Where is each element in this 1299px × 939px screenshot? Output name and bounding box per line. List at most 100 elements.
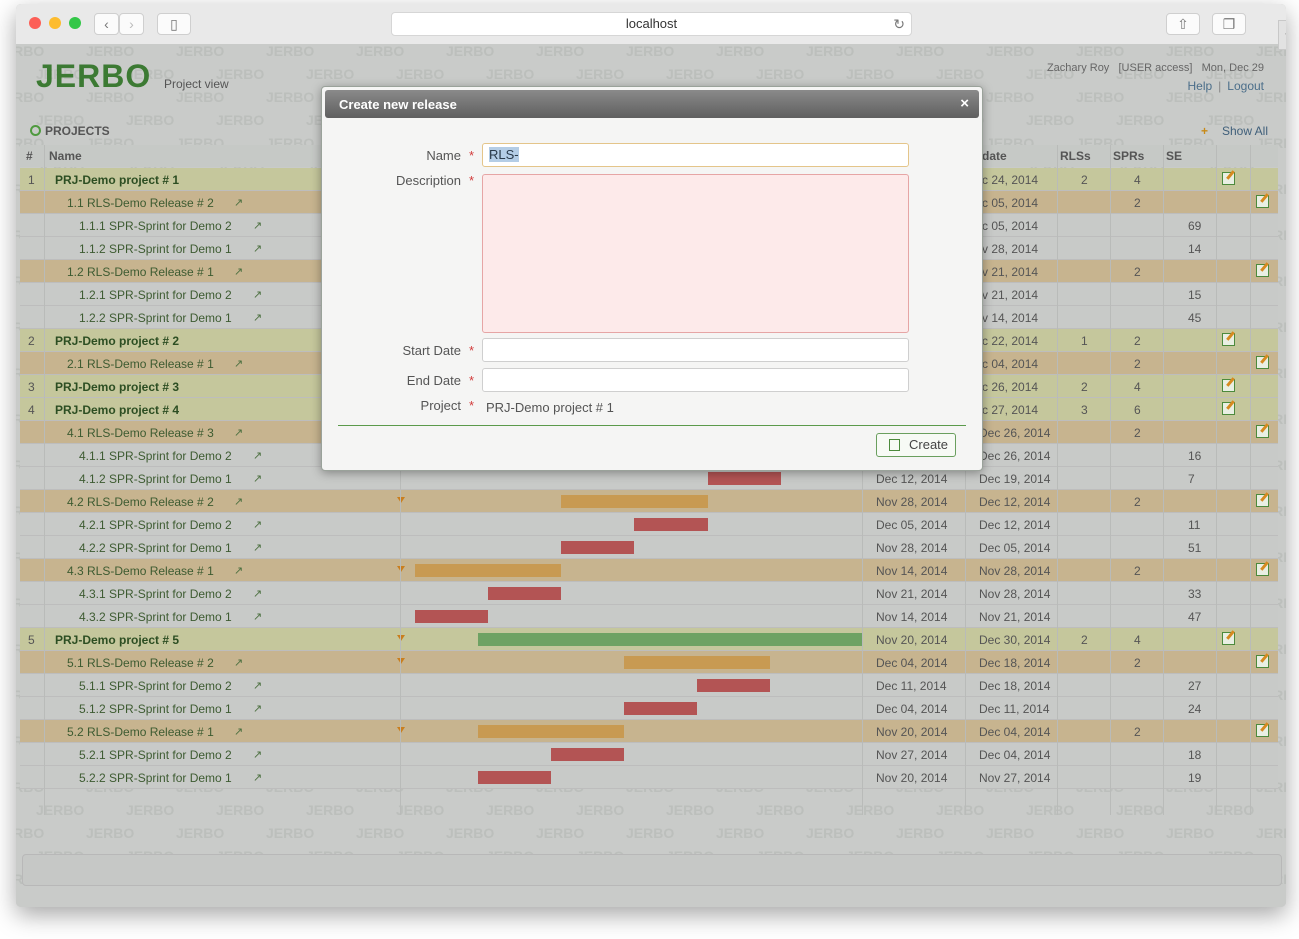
name-input-value: RLS- [489,147,519,162]
show-all-button[interactable]: + Show All [1201,124,1268,138]
name-input[interactable]: RLS- [482,143,909,167]
table-row[interactable]: 4.3.2 SPR-Sprint for Demo 1 ↗ Nov 14, 2014… [20,605,1278,628]
zoom-window-button[interactable] [69,17,81,29]
description-textarea[interactable] [482,174,909,333]
watermark-text: JERBO [176,825,224,841]
create-release-dialog: Create new release × Name * RLS- Descrip… [321,86,983,471]
watermark-text: JERBO [536,825,584,841]
back-button[interactable]: ‹ [94,13,119,35]
table-row[interactable]: 4.2.2 SPR-Sprint for Demo 1 ↗ Nov 28, 2014… [20,536,1278,559]
close-window-button[interactable] [29,17,41,29]
table-row[interactable]: 5.2.2 SPR-Sprint for Demo 1 ↗ Nov 20, 2014… [20,766,1278,789]
external-link-icon[interactable]: ↗ [253,748,262,761]
edit-release-icon[interactable] [1256,724,1269,737]
watermark-text: JERBO [666,802,714,818]
end-date-input[interactable] [482,368,909,392]
external-link-icon[interactable]: ↗ [234,564,243,577]
dialog-titlebar: Create new release × [325,90,979,118]
row-name: 5.2 RLS-Demo Release # 1 [67,725,214,739]
table-row[interactable]: 4.3 RLS-Demo Release # 1 ↗ Nov 14, 2014 Nov… [20,559,1278,582]
edit-release-icon[interactable] [1256,195,1269,208]
external-link-icon[interactable]: ↗ [253,541,262,554]
expand-toggle-icon[interactable] [397,635,405,641]
row-end-date: v 21, 2014 [982,288,1039,302]
new-tab-button[interactable]: + [1278,20,1286,50]
table-row[interactable]: 5.1.1 SPR-Sprint for Demo 2 ↗ Dec 11, 2014… [20,674,1278,697]
table-row[interactable]: 5.1.2 SPR-Sprint for Demo 1 ↗ Dec 04, 2014… [20,697,1278,720]
add-document-icon [889,439,900,451]
external-link-icon[interactable]: ↗ [253,449,262,462]
table-row[interactable]: 4.2.1 SPR-Sprint for Demo 2 ↗ Dec 05, 2014… [20,513,1278,536]
app-logo[interactable]: JERBO [36,58,151,95]
help-link[interactable]: Help [1187,79,1212,93]
row-name: 4.1.1 SPR-Sprint for Demo 2 [79,449,232,463]
row-start-date: Nov 20, 2014 [876,771,948,785]
close-icon[interactable]: × [960,95,969,112]
edit-release-icon[interactable] [1256,563,1269,576]
external-link-icon[interactable]: ↗ [253,518,262,531]
start-date-input[interactable] [482,338,909,362]
add-release-icon[interactable] [1222,333,1235,346]
edit-release-icon[interactable] [1256,425,1269,438]
watermark-text: JERBO [896,44,944,59]
row-name: PRJ-Demo project # 3 [55,380,180,394]
release-timeline-bar [624,656,771,669]
row-sprs-count: 2 [1134,426,1141,440]
table-row[interactable]: 5.1 RLS-Demo Release # 2 ↗ Dec 04, 2014 Dec… [20,651,1278,674]
row-sprs-count: 4 [1134,173,1141,187]
tabs-overview-button[interactable]: ❐ [1212,13,1246,35]
edit-release-icon[interactable] [1256,356,1269,369]
create-button[interactable]: Create [876,433,956,457]
external-link-icon[interactable]: ↗ [234,265,243,278]
external-link-icon[interactable]: ↗ [253,472,262,485]
row-start-date: Nov 21, 2014 [876,587,948,601]
watermark-text: JERBO [1076,825,1124,841]
external-link-icon[interactable]: ↗ [253,587,262,600]
edit-release-icon[interactable] [1256,264,1269,277]
external-link-icon[interactable]: ↗ [253,311,262,324]
external-link-icon[interactable]: ↗ [234,357,243,370]
external-link-icon[interactable]: ↗ [253,702,262,715]
sidebar-toggle-button[interactable]: ▯ [157,13,191,35]
reload-icon[interactable]: ↻ [893,13,905,35]
external-link-icon[interactable]: ↗ [253,219,262,232]
external-link-icon[interactable]: ↗ [234,725,243,738]
watermark-text: JERBO [86,825,134,841]
expand-toggle-icon[interactable] [397,497,405,503]
minimize-window-button[interactable] [49,17,61,29]
external-link-icon[interactable]: ↗ [234,656,243,669]
add-release-icon[interactable] [1222,632,1235,645]
address-bar[interactable]: localhost ↻ [391,12,912,36]
table-row[interactable]: 5.2.1 SPR-Sprint for Demo 2 ↗ Nov 27, 2014… [20,743,1278,766]
external-link-icon[interactable]: ↗ [253,242,262,255]
table-row[interactable]: 4.3.1 SPR-Sprint for Demo 2 ↗ Nov 21, 2014… [20,582,1278,605]
external-link-icon[interactable]: ↗ [253,610,262,623]
row-sprs-count: 4 [1134,380,1141,394]
expand-toggle-icon[interactable] [397,566,405,572]
expand-toggle-icon[interactable] [397,658,405,664]
table-row[interactable]: 4.2 RLS-Demo Release # 2 ↗ Nov 28, 2014 Dec… [20,490,1278,513]
expand-toggle-icon[interactable] [397,727,405,733]
external-link-icon[interactable]: ↗ [253,679,262,692]
sidebar-icon: ▯ [170,16,178,32]
current-date: Mon, Dec 29 [1201,62,1264,74]
external-link-icon[interactable]: ↗ [234,426,243,439]
external-link-icon[interactable]: ↗ [234,495,243,508]
watermark-text: JERBO [986,89,1034,105]
edit-release-icon[interactable] [1256,494,1269,507]
watermark-text: JERBO [266,89,314,105]
project-label: Project [420,398,461,413]
watermark-text: JERBO [626,825,674,841]
add-release-icon[interactable] [1222,172,1235,185]
share-button[interactable]: ⇧ [1166,13,1200,35]
external-link-icon[interactable]: ↗ [253,288,262,301]
logout-link[interactable]: Logout [1227,79,1264,93]
edit-release-icon[interactable] [1256,655,1269,668]
forward-button[interactable]: › [119,13,144,35]
add-release-icon[interactable] [1222,402,1235,415]
table-row[interactable]: 5 PRJ-Demo project # 5 Nov 20, 2014 Dec 30,… [20,628,1278,651]
external-link-icon[interactable]: ↗ [234,196,243,209]
add-release-icon[interactable] [1222,379,1235,392]
table-row[interactable]: 5.2 RLS-Demo Release # 1 ↗ Nov 20, 2014 Dec… [20,720,1278,743]
external-link-icon[interactable]: ↗ [253,771,262,784]
